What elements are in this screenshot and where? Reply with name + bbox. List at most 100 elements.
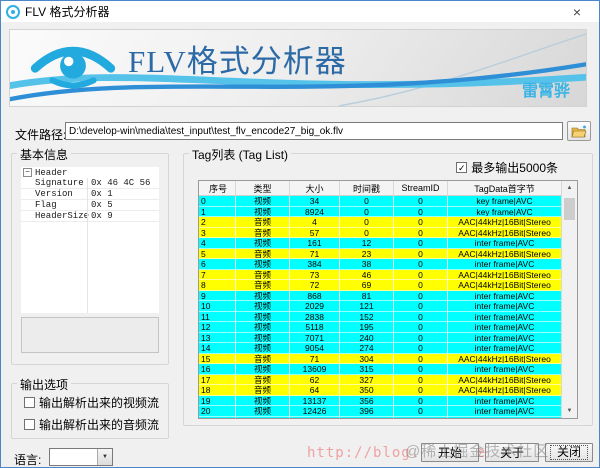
cell-type: 音频 <box>236 217 290 228</box>
output-options-title: 输出选项 <box>17 376 71 393</box>
tag-row-12[interactable]: 12视频51181950inter frame|AVC <box>199 322 562 333</box>
cell-type: 音频 <box>236 270 290 281</box>
cell-type: 视频 <box>236 259 290 270</box>
output-audio-checkbox[interactable]: 输出解析出来的音频流 <box>24 416 159 433</box>
browse-button[interactable] <box>567 121 591 141</box>
close-window-icon[interactable]: × <box>561 1 593 22</box>
cell-tagdata: inter frame|AVC <box>448 396 562 407</box>
cell-type: 视频 <box>236 238 290 249</box>
scroll-down-icon[interactable]: ▼ <box>562 404 577 418</box>
language-select[interactable]: ▼ <box>49 448 113 466</box>
tag-row-9[interactable]: 9视频868810inter frame|AVC <box>199 291 562 302</box>
cell-size: 8924 <box>290 207 340 218</box>
title-bar: FLV 格式分析器 × <box>1 1 599 22</box>
tag-row-6[interactable]: 6视频384380inter frame|AVC <box>199 259 562 270</box>
cell-size: 72 <box>290 280 340 291</box>
tag-row-19[interactable]: 19视频131373560inter frame|AVC <box>199 396 562 407</box>
column-header-3[interactable]: 时间戳 <box>340 181 394 196</box>
tag-row-10[interactable]: 10视频20291210inter frame|AVC <box>199 301 562 312</box>
cell-type: 视频 <box>236 196 290 207</box>
cell-size: 384 <box>290 259 340 270</box>
tree-row-version[interactable]: Version0x 1 <box>21 189 159 200</box>
cell-type: 音频 <box>236 249 290 260</box>
tag-row-3[interactable]: 3音频5700AAC|44kHz|16Bit|Stereo <box>199 228 562 239</box>
tag-row-0[interactable]: 0视频3400key frame|AVC <box>199 196 562 207</box>
cell-timestamp: 327 <box>340 375 394 386</box>
cell-type: 音频 <box>236 385 290 396</box>
file-path-input[interactable] <box>65 122 563 140</box>
tag-row-16[interactable]: 16视频136093150inter frame|AVC <box>199 364 562 375</box>
cell-index: 7 <box>199 270 236 281</box>
tag-row-20[interactable]: 20视频124263960inter frame|AVC <box>199 406 562 417</box>
cell-type: 音频 <box>236 375 290 386</box>
tag-row-13[interactable]: 13视频70712400inter frame|AVC <box>199 333 562 344</box>
cell-streamid: 0 <box>394 396 448 407</box>
scrollbar-thumb[interactable] <box>564 198 575 220</box>
cell-tagdata: AAC|44kHz|16Bit|Stereo <box>448 385 562 396</box>
tag-row-18[interactable]: 18音频643500AAC|44kHz|16Bit|Stereo <box>199 385 562 396</box>
cell-timestamp: 356 <box>340 396 394 407</box>
limit-5000-checkbox[interactable]: ✓ 最多输出5000条 <box>456 159 558 176</box>
collapse-icon[interactable]: − <box>23 168 32 177</box>
cell-size: 64 <box>290 385 340 396</box>
tag-table-header: 序号类型大小时间戳StreamIDTagData首字节 <box>199 181 562 196</box>
about-button[interactable]: 关于 <box>485 443 539 462</box>
cell-type: 视频 <box>236 301 290 312</box>
cell-streamid: 0 <box>394 259 448 270</box>
column-header-5[interactable]: TagData首字节 <box>448 181 562 196</box>
close-button[interactable]: 关闭 <box>545 443 593 462</box>
tag-row-1[interactable]: 1视频892400key frame|AVC <box>199 207 562 218</box>
cell-index: 12 <box>199 322 236 333</box>
column-header-1[interactable]: 类型 <box>236 181 290 196</box>
cell-tagdata: AAC|44kHz|16Bit|Stereo <box>448 228 562 239</box>
output-audio-label: 输出解析出来的音频流 <box>39 416 159 433</box>
cell-streamid: 0 <box>394 406 448 417</box>
checkbox-unchecked-icon[interactable] <box>24 397 35 408</box>
cell-timestamp: 46 <box>340 270 394 281</box>
close-button-label: 关闭 <box>550 445 588 460</box>
tree-row-signature[interactable]: Signature0x 46 4C 56 <box>21 178 159 189</box>
cell-timestamp: 81 <box>340 291 394 302</box>
tree-row-headersize[interactable]: HeaderSize0x 9 <box>21 211 159 222</box>
cell-index: 2 <box>199 217 236 228</box>
tag-row-11[interactable]: 11视频28381520inter frame|AVC <box>199 312 562 323</box>
tag-row-4[interactable]: 4视频161120inter frame|AVC <box>199 238 562 249</box>
start-button[interactable]: 开始 <box>421 443 479 462</box>
vertical-scrollbar[interactable]: ▲ ▼ <box>561 181 577 418</box>
tree-row-flag[interactable]: Flag0x 5 <box>21 200 159 211</box>
cell-streamid: 0 <box>394 280 448 291</box>
language-label: 语言: <box>14 451 41 468</box>
tree-root-row[interactable]: − Header <box>21 167 159 178</box>
cell-streamid: 0 <box>394 301 448 312</box>
cell-type: 视频 <box>236 343 290 354</box>
start-button-label: 开始 <box>438 444 462 461</box>
tag-row-15[interactable]: 15音频713040AAC|44kHz|16Bit|Stereo <box>199 354 562 365</box>
column-header-4[interactable]: StreamID <box>394 181 448 196</box>
cell-tagdata: inter frame|AVC <box>448 301 562 312</box>
tag-row-21[interactable]: 21 <box>199 417 562 420</box>
cell-timestamp: 350 <box>340 385 394 396</box>
tree-field-value: 0x 9 <box>87 211 159 221</box>
tree-field-name: Signature <box>21 178 87 188</box>
cell-type <box>236 417 290 420</box>
cell-tagdata: inter frame|AVC <box>448 238 562 249</box>
tag-row-8[interactable]: 8音频72690AAC|44kHz|16Bit|Stereo <box>199 280 562 291</box>
tag-row-2[interactable]: 2音频400AAC|44kHz|16Bit|Stereo <box>199 217 562 228</box>
tag-table-body: 0视频3400key frame|AVC1视频892400key frame|A… <box>199 196 562 419</box>
cell-streamid: 0 <box>394 343 448 354</box>
scroll-up-icon[interactable]: ▲ <box>562 181 577 195</box>
output-video-checkbox[interactable]: 输出解析出来的视频流 <box>24 394 159 411</box>
tag-row-17[interactable]: 17音频623270AAC|44kHz|16Bit|Stereo <box>199 375 562 386</box>
chevron-down-icon[interactable]: ▼ <box>97 449 112 465</box>
checkbox-checked-icon[interactable]: ✓ <box>456 162 467 173</box>
tag-row-7[interactable]: 7音频73460AAC|44kHz|16Bit|Stereo <box>199 270 562 281</box>
tag-row-5[interactable]: 5音频71230AAC|44kHz|16Bit|Stereo <box>199 249 562 260</box>
column-header-0[interactable]: 序号 <box>199 181 236 196</box>
checkbox-unchecked-icon[interactable] <box>24 419 35 430</box>
column-header-2[interactable]: 大小 <box>290 181 340 196</box>
banner-author: 雷霄骅 <box>522 77 570 101</box>
cell-timestamp: 0 <box>340 207 394 218</box>
tag-row-14[interactable]: 14视频90542740inter frame|AVC <box>199 343 562 354</box>
cell-index: 4 <box>199 238 236 249</box>
cell-timestamp <box>340 417 394 420</box>
